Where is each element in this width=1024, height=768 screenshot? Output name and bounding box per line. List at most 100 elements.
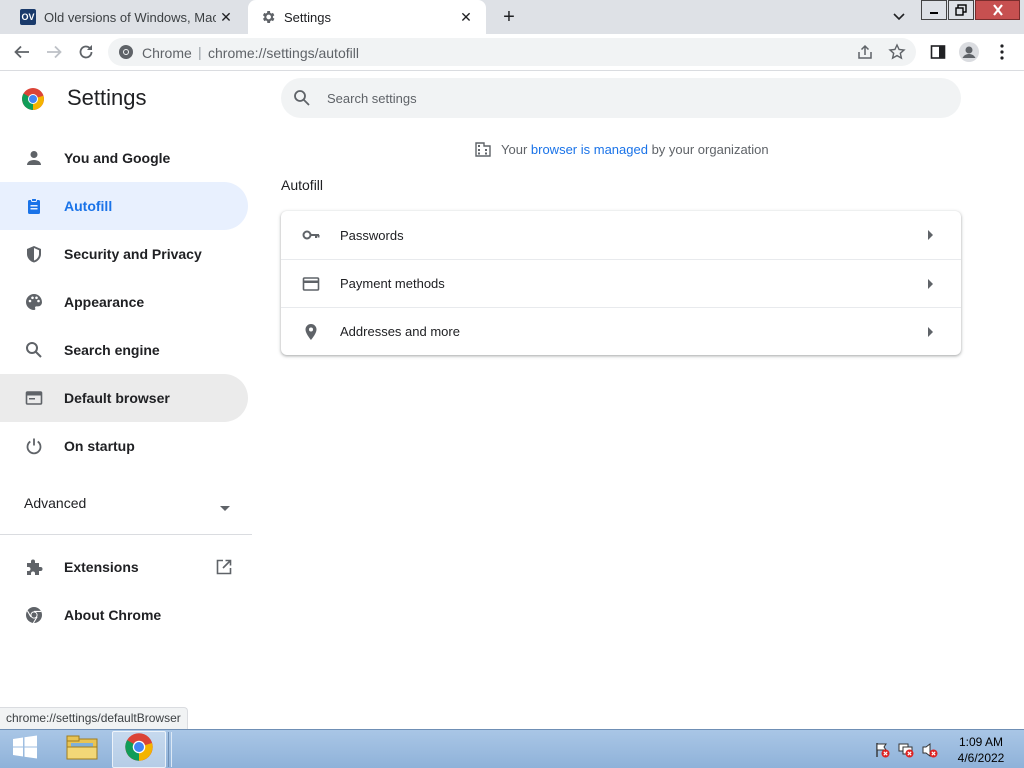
url-separator: | [198,44,202,60]
sidebar-item-label: You and Google [64,150,171,166]
sidebar-item-label: Default browser [64,390,170,406]
autofill-row-label: Passwords [340,227,404,243]
managed-link[interactable]: browser is managed [531,142,648,157]
sidebar-item-on-startup[interactable]: On startup [0,422,248,470]
chrome-site-icon [118,44,134,65]
building-icon [474,140,492,158]
search-placeholder: Search settings [327,91,417,106]
tab-close-icon[interactable]: ✕ [216,7,236,27]
back-arrow-icon[interactable] [12,42,32,62]
reload-icon[interactable] [76,42,96,62]
clipboard-icon [24,196,44,216]
sidebar-item-autofill[interactable]: Autofill [0,182,248,230]
browser-icon [24,388,44,408]
search-icon [293,89,311,112]
windows-logo-icon [11,735,39,764]
search-settings-input[interactable]: Search settings [281,78,961,118]
start-button[interactable] [0,731,50,768]
advanced-section-toggle[interactable]: Advanced [24,495,234,515]
system-clock[interactable]: 1:09 AM 4/6/2022 [950,734,1012,766]
managed-text-suffix: by your organization [647,141,769,157]
url-text[interactable]: chrome://settings/autofill [208,45,359,61]
address-bar[interactable]: Chrome | chrome://settings/autofill [108,38,916,66]
autofill-card: Passwords Payment methods Addresses and … [281,211,961,355]
sidebar-item-security-and-privacy[interactable]: Security and Privacy [0,230,248,278]
action-center-flag-icon[interactable] [874,742,890,758]
sidebar-item-label: Search engine [64,342,160,358]
sidebar-divider [0,534,252,535]
oldversion-favicon-icon: OV [20,9,36,25]
forward-arrow-icon[interactable] [44,42,64,62]
power-icon [24,436,44,456]
sidebar-item-label: Appearance [64,294,145,310]
bookmark-star-icon[interactable] [888,43,906,66]
window-close-button[interactable] [975,0,1020,20]
clock-date: 4/6/2022 [957,751,1005,765]
file-explorer-button[interactable] [56,731,108,768]
folder-icon [65,733,99,766]
advanced-label: Advanced [24,495,87,511]
autofill-row-payment-methods[interactable]: Payment methods [281,259,961,307]
person-icon [24,148,44,168]
sidebar-item-extensions[interactable]: Extensions [0,543,248,591]
chrome-taskbar-button[interactable] [112,731,166,768]
side-panel-icon[interactable] [928,42,948,62]
browser-toolbar: Chrome | chrome://settings/autofill [0,34,1024,71]
key-icon [301,225,321,245]
open-in-new-icon [215,558,233,581]
tab-settings[interactable]: Settings ✕ [248,0,486,34]
credit-card-icon [301,274,321,294]
autofill-row-addresses[interactable]: Addresses and more [281,307,961,355]
page-title: Settings [67,85,147,110]
chrome-logo-icon [21,87,45,111]
windows-taskbar: 1:09 AM 4/6/2022 [0,729,1024,768]
new-tab-button[interactable]: + [498,7,520,29]
arrow-right-icon [921,322,941,342]
arrow-right-icon [921,274,941,294]
caret-down-icon [220,499,230,515]
tab-strip: OV Old versions of Windows, Mac and Linu… [0,0,1024,34]
managed-text-prefix: Your [501,141,531,157]
chrome-logo-icon [124,732,154,767]
minimize-button[interactable] [921,0,947,20]
sidebar-item-label: Extensions [64,559,139,575]
autofill-row-label: Addresses and more [340,324,460,339]
sidebar-item-label: Autofill [64,198,113,214]
managed-notice: Your browser is managed by your organiza… [474,140,769,158]
tab-close-icon[interactable]: ✕ [456,7,476,27]
section-title: Autofill [281,177,324,193]
arrow-right-icon [921,225,941,245]
sidebar-item-about-chrome[interactable]: About Chrome [0,591,248,639]
share-icon[interactable] [856,43,874,66]
gear-icon [260,9,276,25]
sidebar-item-label: Security and Privacy [64,246,202,262]
network-icon[interactable] [898,742,914,758]
settings-sidebar: Settings You and Google Autofill Securit… [0,71,260,731]
tab-title: Old versions of Windows, Mac and Linux s… [44,9,216,25]
tab-title: Settings [284,9,331,25]
autofill-row-passwords[interactable]: Passwords [281,211,961,259]
restore-button[interactable] [948,0,974,20]
status-url-bubble: chrome://settings/defaultBrowser [0,707,188,729]
sidebar-item-label: On startup [64,438,135,454]
site-label: Chrome [142,45,192,61]
puzzle-piece-icon [24,557,44,577]
sidebar-item-label: About Chrome [64,607,162,623]
autofill-row-label: Payment methods [340,276,445,291]
palette-icon [24,292,44,312]
chrome-outline-icon [24,605,44,625]
tab-oldversion[interactable]: OV Old versions of Windows, Mac and Linu… [8,0,246,34]
sidebar-item-default-browser[interactable]: Default browser [0,374,248,422]
clock-time: 1:09 AM [958,735,1004,749]
profile-avatar-icon[interactable] [959,42,979,62]
shield-icon [24,244,44,264]
taskbar-separator [168,732,172,767]
volume-muted-icon[interactable] [922,742,938,758]
sidebar-item-appearance[interactable]: Appearance [0,278,248,326]
chevron-down-icon[interactable] [890,8,908,26]
search-icon [24,340,44,360]
more-menu-icon[interactable] [992,42,1012,62]
location-pin-icon [301,322,321,342]
sidebar-item-search-engine[interactable]: Search engine [0,326,248,374]
sidebar-item-you-and-google[interactable]: You and Google [0,134,248,182]
